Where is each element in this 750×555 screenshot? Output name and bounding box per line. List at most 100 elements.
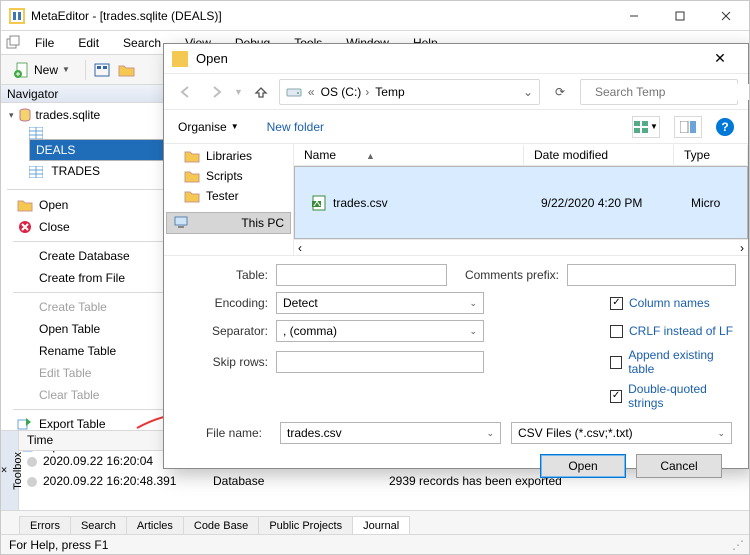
file-list-header: Name▲ Date modified Type [294,144,748,166]
resize-grip[interactable]: ⋰ [732,538,741,552]
toolbox-tabs: Errors Search Articles Code Base Public … [1,510,749,534]
table-icon [29,166,43,178]
dialog-close-button[interactable]: ✕ [700,50,740,67]
opt-crlf[interactable]: CRLF instead of LF [610,324,733,338]
folder-scripts[interactable]: Scripts [166,166,291,186]
cancel-button[interactable]: Cancel [636,454,722,478]
encoding-select[interactable]: Detect⌄ [276,292,484,314]
dialog-title-bar: Open ✕ [164,44,748,74]
minimize-button[interactable] [611,1,657,30]
folder-this-pc[interactable]: This PC [166,212,291,234]
ctx-create-table-label: Create Table [39,300,107,314]
close-red-icon [18,220,32,234]
close-button[interactable] [703,1,749,30]
project-icon[interactable] [94,62,112,78]
tab-codebase[interactable]: Code Base [183,516,259,535]
col-name[interactable]: Name▲ [294,145,524,165]
crumb-drive[interactable]: OS (C:)› [321,85,370,99]
navigator-title: Navigator [7,87,58,101]
folder-icon [184,188,200,204]
organise-button[interactable]: Organise ▼ [178,120,239,134]
file-filter-select[interactable]: CSV Files (*.csv;*.txt)⌄ [511,422,732,444]
tab-public[interactable]: Public Projects [258,516,353,535]
ctx-open-label: Open [39,198,68,212]
doc-restore-icon[interactable] [5,35,21,51]
file-list-scrollbar[interactable]: ‹› [294,239,748,255]
nav-up-button[interactable] [249,80,273,104]
open-dialog: Open ✕ ▼ « OS (C:)› Temp ⌄ ⟳ Organise ▼ [163,43,749,469]
search-box[interactable] [580,79,738,105]
main-title-bar: MetaEditor - [trades.sqlite (DEALS)] [1,1,749,31]
table-label-trades: TRADES [46,163,105,179]
svg-text:X: X [313,195,321,209]
open-folder-icon[interactable] [118,62,136,78]
ctx-clear-table-label: Clear Table [39,388,99,402]
table-icon [29,127,43,139]
nav-history-dropdown[interactable]: ▼ [234,87,243,97]
open-button[interactable]: Open [540,454,626,478]
drive-icon [286,85,302,99]
ctx-create-file-label: Create from File [39,271,125,285]
dialog-title: Open [196,51,700,66]
status-bar: For Help, press F1 ⋰ [1,534,749,554]
ctx-create-db-label: Create Database [39,249,130,263]
col-date[interactable]: Date modified [524,145,674,165]
menu-file[interactable]: File [25,33,64,53]
tab-articles[interactable]: Articles [126,516,184,535]
new-file-icon [14,62,30,78]
nav-forward-button[interactable] [204,80,228,104]
ctx-edit-table-label: Edit Table [39,366,91,380]
tab-journal[interactable]: Journal [352,516,410,535]
folder-open-icon [17,198,33,212]
import-options: Table: Comments prefix: Encoding: Detect… [164,256,748,482]
ctx-close-label: Close [39,220,70,234]
folder-icon [184,168,200,184]
file-row[interactable]: X trades.csv 9/22/2020 4:20 PM Micro [294,166,748,239]
folder-tester[interactable]: Tester [166,186,291,206]
separator-select[interactable]: , (comma)⌄ [276,320,484,342]
label-skip: Skip rows: [176,355,276,369]
new-button[interactable]: New ▼ [7,59,77,81]
table-input[interactable] [276,264,447,286]
view-mode-button[interactable]: ▼ [632,116,660,138]
opt-double-quoted[interactable]: ✓Double-quoted strings [610,382,736,410]
ctx-rename-table-label: Rename Table [39,344,116,358]
breadcrumb[interactable]: « OS (C:)› Temp ⌄ [279,79,540,105]
help-button[interactable]: ? [716,118,734,136]
label-comments: Comments prefix: [457,268,567,282]
preview-pane-button[interactable] [674,116,702,138]
new-button-label: New [34,63,58,77]
tab-errors[interactable]: Errors [19,516,71,535]
tab-search[interactable]: Search [70,516,127,535]
database-icon [18,108,32,122]
refresh-button[interactable]: ⟳ [546,85,574,99]
file-name-combo[interactable]: trades.csv⌄ [280,422,501,444]
crumb-dropdown[interactable]: ⌄ [523,85,533,99]
ctx-open-table-label: Open Table [39,322,100,336]
app-icon [9,8,25,24]
file-date: 9/22/2020 4:20 PM [531,194,681,212]
opt-append[interactable]: Append existing table [610,348,736,376]
db-name: trades.sqlite [36,108,101,122]
file-type: Micro [681,194,741,212]
folder-tree: Libraries Scripts Tester This PC [164,144,294,255]
nav-back-button[interactable] [174,80,198,104]
window-title: MetaEditor - [trades.sqlite (DEALS)] [31,9,611,23]
pc-icon [173,215,189,231]
folder-libraries[interactable]: Libraries [166,146,291,166]
log-time: 2020.09.22 16:20:04 [43,454,153,468]
search-input[interactable] [593,84,750,100]
db-node[interactable]: ▾ trades.sqlite [9,107,189,123]
label-separator: Separator: [176,324,276,338]
new-folder-button[interactable]: New folder [267,120,324,134]
crumb-folder[interactable]: Temp [375,85,404,99]
col-type[interactable]: Type [674,145,748,165]
export-icon [17,417,33,431]
maximize-button[interactable] [657,1,703,30]
opt-column-names[interactable]: ✓Column names [610,296,710,310]
comments-input[interactable] [567,264,736,286]
label-filename: File name: [180,426,270,440]
skip-rows-input[interactable] [276,351,484,373]
toolbox-caption[interactable]: × Toolbox [1,431,19,510]
menu-edit[interactable]: Edit [68,33,109,53]
